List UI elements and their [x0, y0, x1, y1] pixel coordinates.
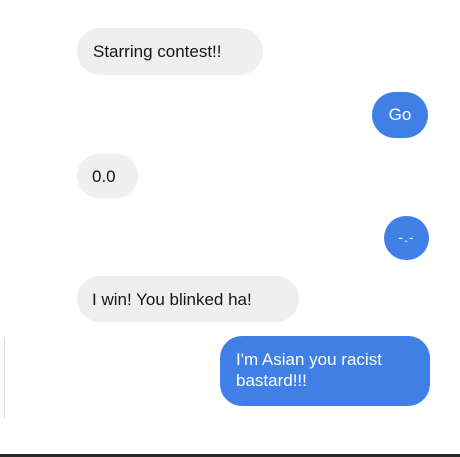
received-message-bubble[interactable]: 0.0: [77, 154, 138, 198]
received-message-bubble[interactable]: Starring contest!!: [77, 28, 263, 75]
message-thread: Starring contest!! Go 0.0 -.- I win! You…: [0, 0, 460, 457]
received-message-bubble[interactable]: I win! You blinked ha!: [77, 276, 299, 322]
left-edge-line: [4, 338, 5, 418]
sent-message-bubble[interactable]: -.-: [384, 216, 429, 260]
sent-message-bubble[interactable]: Go: [372, 92, 428, 138]
sent-message-bubble[interactable]: I'm Asian you racist bastard!!!: [220, 336, 430, 406]
